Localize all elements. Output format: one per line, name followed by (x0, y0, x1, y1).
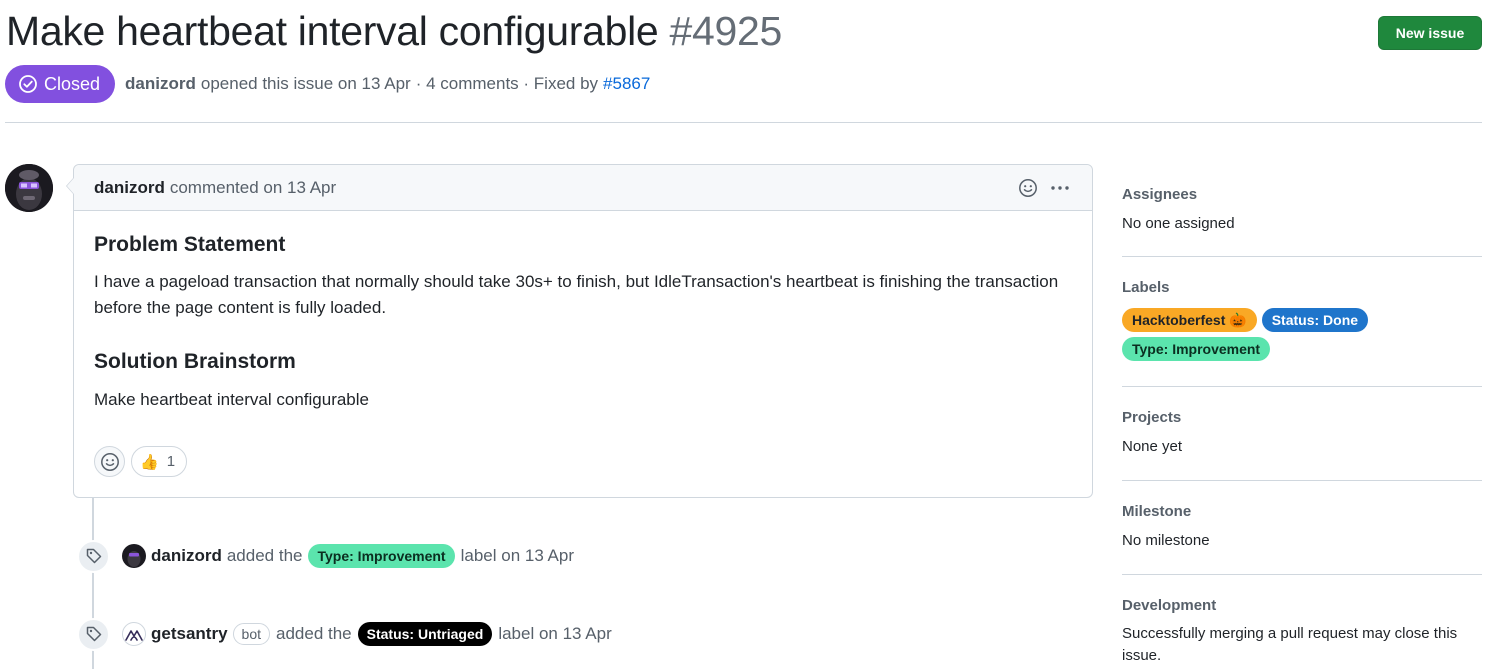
comment-body: Problem Statement I have a pageload tran… (74, 232, 1092, 413)
reaction-count: 1 (166, 453, 176, 470)
label-hacktoberfest[interactable]: Hacktoberfest 🎃 (1122, 308, 1257, 332)
issue-title-row: Make heartbeat interval configurable #49… (6, 8, 782, 55)
smiley-icon (100, 452, 119, 471)
solution-paragraph: Make heartbeat interval configurable (94, 390, 369, 409)
tag-icon (77, 617, 110, 651)
smiley-icon (1019, 178, 1037, 197)
event-action: added the (226, 546, 303, 565)
labels-title[interactable]: Labels (1122, 279, 1482, 296)
event-actor-link[interactable]: danizord (151, 546, 222, 566)
event-suffix: label on 13 Apr (498, 624, 612, 643)
new-issue-button[interactable]: New issue (1378, 16, 1482, 50)
milestone-section: Milestone No milestone (1122, 481, 1482, 575)
state-label: Closed (44, 73, 101, 94)
getsantry-logo-icon[interactable] (122, 622, 146, 646)
reactions-bar: 👍 1 (94, 446, 188, 477)
assignees-title[interactable]: Assignees (1122, 186, 1482, 203)
comment-box: danizord commented on 13 Apr Problem Sta… (66, 164, 1093, 498)
header-divider (5, 122, 1482, 123)
thumbs-up-icon: 👍 (140, 453, 159, 471)
avatar-image (5, 164, 53, 212)
development-section: Development Successfully merging a pull … (1122, 575, 1482, 667)
issue-number: #4925 (669, 8, 783, 54)
timeline-event: danizord added the Type: Improvement lab… (77, 539, 574, 573)
problem-paragraph: I have a pageload transaction that norma… (94, 272, 1059, 317)
solution-heading: Solution Brainstorm (94, 350, 296, 373)
event-label[interactable]: Type: Improvement (308, 544, 455, 568)
kebab-horizontal-icon (1051, 185, 1069, 190)
problem-heading: Problem Statement (94, 233, 286, 256)
opened-text: opened this issue on 13 Apr (200, 74, 411, 93)
development-title[interactable]: Development (1122, 597, 1482, 614)
labels-list: Hacktoberfest 🎃 Status: Done Type: Impro… (1122, 308, 1422, 361)
comment-header: danizord commented on 13 Apr (74, 165, 1092, 211)
event-actor-link[interactable]: getsantry (151, 624, 228, 644)
projects-title[interactable]: Projects (1122, 409, 1482, 426)
closed-check-icon (19, 75, 37, 93)
fixed-by-link[interactable]: #5867 (603, 74, 650, 94)
event-label[interactable]: Status: Untriaged (357, 622, 493, 646)
issue-meta: Closed danizord opened this issue on 13 … (5, 65, 650, 103)
state-badge: Closed (5, 65, 116, 103)
issue-sidebar: Assignees No one assigned Labels Hacktob… (1122, 164, 1482, 667)
issue-title: Make heartbeat interval configurable (6, 8, 659, 54)
tag-icon (77, 539, 110, 573)
event-suffix: label on 13 Apr (460, 546, 575, 565)
development-value: Successfully merging a pull request may … (1122, 625, 1458, 664)
event-action: added the (276, 624, 352, 643)
assignees-section: Assignees No one assigned (1122, 164, 1482, 257)
thumbs-up-reaction[interactable]: 👍 1 (131, 446, 188, 477)
add-reaction-button[interactable] (94, 446, 125, 477)
add-reaction-button[interactable] (1016, 176, 1040, 200)
milestone-title[interactable]: Milestone (1122, 503, 1482, 520)
projects-section: Projects None yet (1122, 387, 1482, 481)
comment-meta[interactable]: commented on 13 Apr (170, 178, 336, 198)
bot-badge: bot (232, 623, 270, 645)
more-options-button[interactable] (1048, 176, 1072, 200)
projects-value: None yet (1122, 438, 1183, 455)
labels-section: Labels Hacktoberfest 🎃 Status: Done Type… (1122, 257, 1482, 387)
comment-author-link[interactable]: danizord (94, 178, 165, 198)
label-status-done[interactable]: Status: Done (1261, 308, 1369, 332)
issue-author-link[interactable]: danizord (125, 74, 196, 94)
avatar[interactable] (122, 544, 146, 568)
assignees-value: No one assigned (1122, 215, 1235, 232)
label-type-improvement[interactable]: Type: Improvement (1122, 337, 1271, 361)
milestone-value: No milestone (1122, 532, 1210, 549)
avatar[interactable] (5, 164, 53, 212)
timeline-event: getsantry bot added the Status: Untriage… (77, 617, 612, 651)
comments-text: · 4 comments · Fixed by (415, 74, 599, 93)
